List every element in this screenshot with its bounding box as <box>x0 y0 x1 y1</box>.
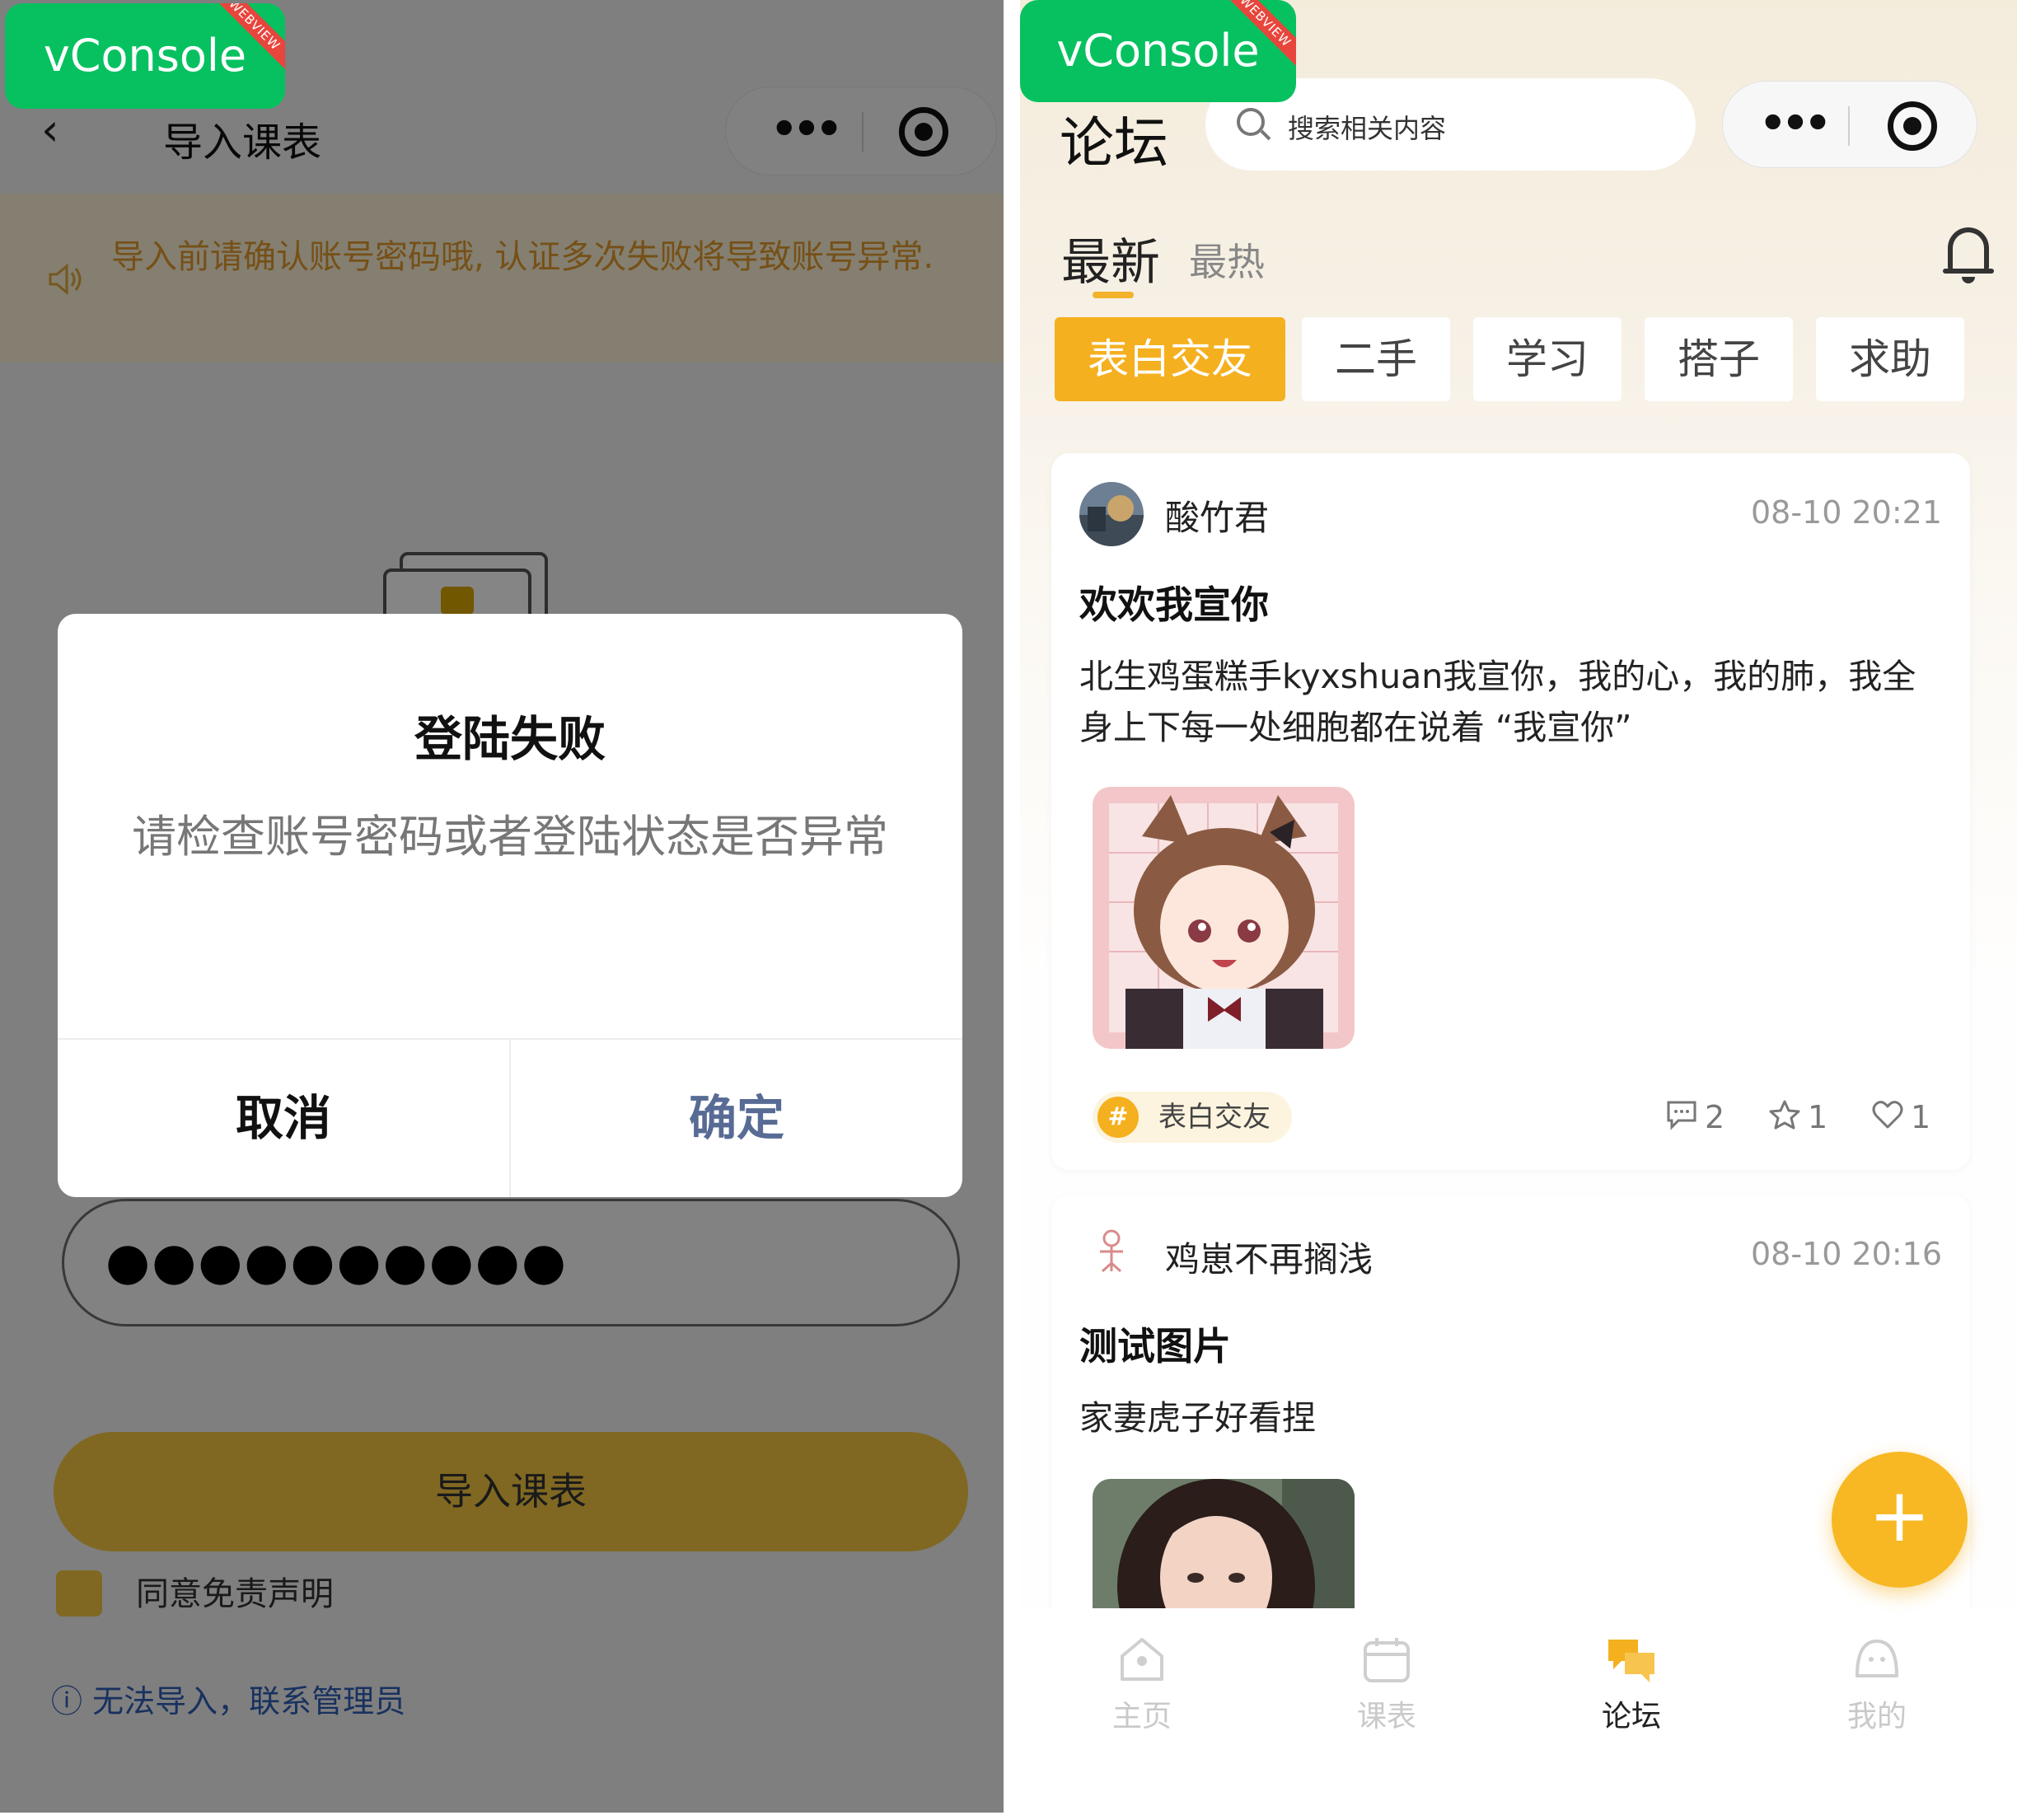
screen-divider <box>1004 0 1020 1820</box>
post-tag-label: 表白交友 <box>1158 1101 1271 1134</box>
star-count[interactable]: 1 <box>1768 1097 1827 1140</box>
tab-home-label: 主页 <box>1111 1700 1172 1733</box>
avatar[interactable] <box>1079 1223 1144 1288</box>
profile-icon <box>1851 1633 1903 1686</box>
post-username: 鸡崽不再搁浅 <box>1165 1239 1374 1280</box>
mini-program-capsule: ••• <box>1722 81 1977 168</box>
more-dots-icon[interactable]: ••• <box>1748 95 1838 157</box>
home-icon <box>1116 1633 1168 1686</box>
comment-count-value: 2 <box>1705 1099 1725 1135</box>
category-help[interactable]: 求助 <box>1816 317 1964 401</box>
page-title: 论坛 <box>1060 111 1168 175</box>
plus-icon: + <box>1868 1472 1931 1559</box>
right-screen: vConsole WEBVIEW 论坛 搜索相关内容 ••• 最新 最热 表白交… <box>1020 0 2017 1813</box>
category-secondhand[interactable]: 二手 <box>1302 317 1450 401</box>
category-study[interactable]: 学习 <box>1473 317 1622 401</box>
post-body: 家妻虎子好看捏 <box>1079 1398 1316 1438</box>
vconsole-button[interactable]: vConsole WEBVIEW <box>1020 0 1296 102</box>
category-buddy[interactable]: 搭子 <box>1645 317 1793 401</box>
vconsole-label: vConsole <box>43 30 247 82</box>
login-failed-dialog: 登陆失败 请检查账号密码或者登陆状态是否异常 取消 确定 <box>58 614 962 1197</box>
post-image[interactable] <box>1093 1479 1355 1619</box>
comment-count[interactable]: 2 <box>1665 1097 1725 1140</box>
forum-icon <box>1605 1633 1658 1686</box>
post-card[interactable]: 鸡崽不再搁浅 08-10 20:16 测试图片 家妻虎子好看捏 <box>1051 1195 1970 1656</box>
post-title: 欢欢我宣你 <box>1079 582 1269 627</box>
hashtag-icon: # <box>1097 1097 1139 1138</box>
post-card[interactable]: 酸竹君 08-10 20:21 欢欢我宣你 北生鸡蛋糕手kyxshuan我宣你，… <box>1051 453 1970 1170</box>
post-time: 08-10 20:16 <box>1750 1236 1942 1272</box>
star-count-value: 1 <box>1808 1099 1828 1135</box>
sort-tabs: 最新 最热 <box>1061 222 1994 313</box>
capsule-divider <box>1848 106 1850 146</box>
post-tag[interactable]: # 表白交友 <box>1093 1092 1292 1143</box>
post-time: 08-10 20:21 <box>1750 494 1942 531</box>
dialog-title: 登陆失败 <box>414 711 606 767</box>
like-count[interactable]: 1 <box>1871 1097 1930 1140</box>
category-confession[interactable]: 表白交友 <box>1055 317 1285 401</box>
target-circle-icon[interactable] <box>1888 101 1937 151</box>
active-tab-indicator <box>1093 292 1134 298</box>
post-username: 酸竹君 <box>1165 498 1270 538</box>
tab-forum[interactable]: 论坛 <box>1549 1633 1714 1735</box>
star-icon <box>1768 1099 1801 1140</box>
like-count-value: 1 <box>1911 1099 1931 1135</box>
post-image[interactable] <box>1093 787 1355 1049</box>
confirm-button[interactable]: 确定 <box>511 1040 962 1197</box>
heart-icon <box>1871 1099 1904 1140</box>
tab-home[interactable]: 主页 <box>1060 1633 1224 1735</box>
avatar[interactable] <box>1079 482 1144 546</box>
comment-icon <box>1665 1099 1698 1140</box>
bottom-tab-bar: 主页 课表 论坛 我的 <box>1020 1608 2017 1813</box>
vconsole-label: vConsole <box>1056 25 1260 77</box>
left-screen: vConsole WEBVIEW ‹ 导入课表 ••• 导入前请确认账号密码哦,… <box>0 0 1004 1813</box>
tab-schedule-label: 课表 <box>1356 1700 1416 1733</box>
category-bar: 表白交友 二手 学习 搭子 求助 <box>1055 317 2017 401</box>
bell-icon[interactable] <box>1943 222 1994 283</box>
create-post-button[interactable]: + <box>1832 1452 1968 1588</box>
dialog-message: 请检查账号密码或者登陆状态是否异常 <box>132 811 888 863</box>
tab-profile[interactable]: 我的 <box>1795 1633 1959 1735</box>
post-title: 测试图片 <box>1079 1324 1231 1369</box>
tab-forum-label: 论坛 <box>1601 1700 1661 1733</box>
post-body: 北生鸡蛋糕手kyxshuan我宣你，我的心，我的肺，我全身上下每一处细胞都在说着… <box>1079 657 1916 747</box>
vconsole-button[interactable]: vConsole WEBVIEW <box>5 3 285 109</box>
tab-profile-label: 我的 <box>1846 1700 1907 1733</box>
tab-schedule[interactable]: 课表 <box>1304 1633 1469 1735</box>
search-icon <box>1237 108 1265 136</box>
search-placeholder: 搜索相关内容 <box>1288 113 1447 144</box>
tab-latest[interactable]: 最新 <box>1061 222 1160 294</box>
calendar-icon <box>1360 1633 1413 1686</box>
cancel-button[interactable]: 取消 <box>58 1040 509 1197</box>
tab-hot[interactable]: 最热 <box>1189 232 1265 287</box>
